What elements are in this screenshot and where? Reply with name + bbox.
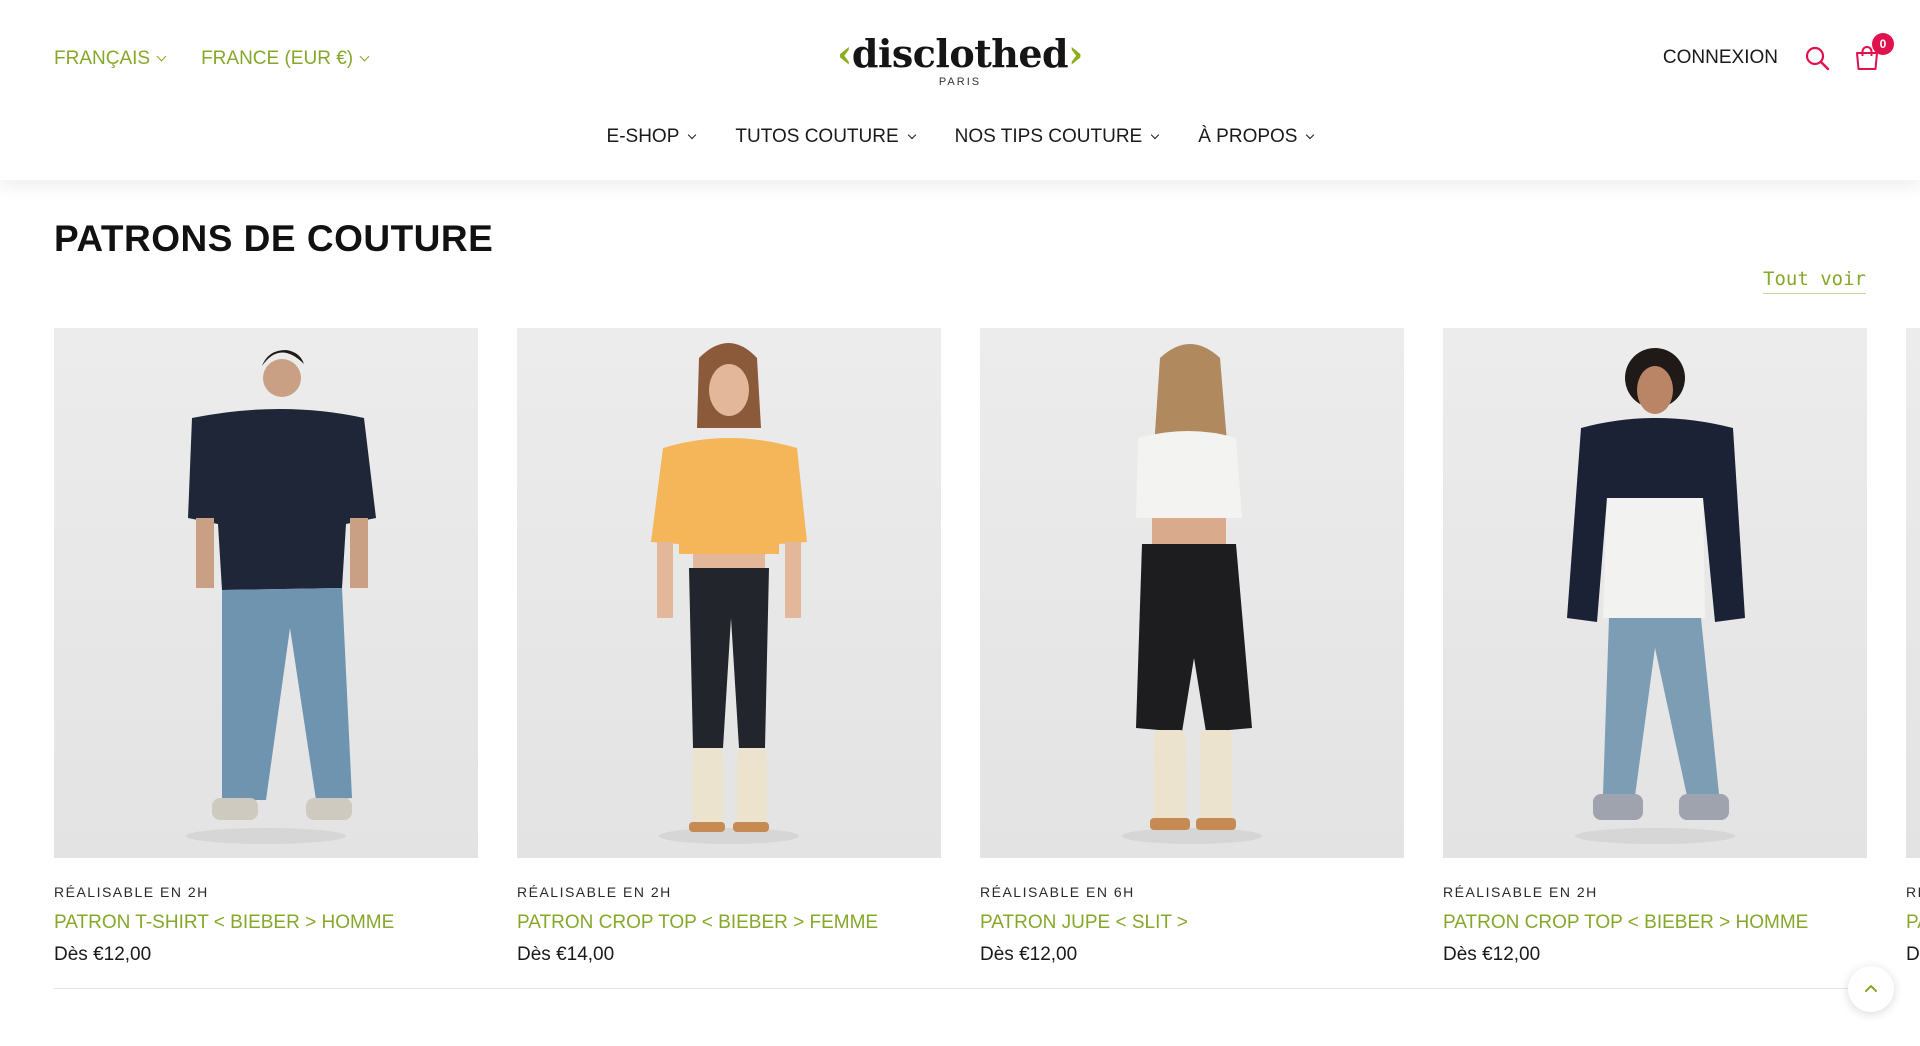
brand-logo[interactable]: ‹ disclothed › PARIS: [0, 31, 1920, 89]
section-divider: [54, 988, 1866, 989]
product-card[interactable]: RÉALISABLE EN 6H PATRON JUPE < SLIT > Dè…: [980, 328, 1404, 966]
header-utility: CONNEXION 0: [1663, 33, 1894, 73]
main-nav: E-SHOP TUTOS COUTURE NOS TIPS COUTURE À …: [0, 126, 1920, 148]
nav-item-tutos-couture[interactable]: TUTOS COUTURE: [735, 126, 916, 148]
search-button[interactable]: [1802, 43, 1832, 73]
nav-item-label: À PROPOS: [1198, 126, 1298, 147]
product-photo-illustration: [1122, 344, 1262, 844]
product-image[interactable]: [54, 328, 478, 858]
cart-button[interactable]: 0: [1852, 33, 1894, 73]
logo-bracket-left: ‹: [837, 31, 852, 76]
product-card[interactable]: RÉALISABLE EN 2H PATRON T-SHIRT < BIEBER…: [54, 328, 478, 966]
chevron-down-icon: [1306, 130, 1315, 139]
product-card[interactable]: RÉALISABLE EN 2H PATRON CROP TOP < BIEBE…: [1443, 328, 1867, 966]
product-photo-illustration: [186, 350, 376, 844]
product-tag: RÉALISABLE EN 2H: [517, 884, 672, 900]
product-title[interactable]: PA: [1906, 912, 1920, 934]
product-title[interactable]: PATRON JUPE < SLIT >: [980, 912, 1404, 934]
logo-city: PARIS: [938, 76, 982, 88]
nav-item-label: E-SHOP: [606, 126, 680, 147]
product-tag: RÉALISABLE EN 2H: [54, 884, 209, 900]
nav-item-a-propos[interactable]: À PROPOS: [1198, 126, 1315, 148]
product-price: Dès €12,00: [1443, 944, 1541, 965]
product-image[interactable]: [1906, 328, 1920, 858]
product-photo-illustration: [651, 343, 807, 844]
view-all-link[interactable]: Tout voir: [1763, 268, 1866, 294]
search-icon: [1805, 46, 1830, 71]
cart-count-badge: 0: [1872, 33, 1894, 55]
product-price: D: [1906, 944, 1920, 965]
product-image[interactable]: [980, 328, 1404, 858]
product-price: Dès €12,00: [54, 944, 152, 965]
chevron-up-icon: [1865, 985, 1877, 992]
product-price: Dès €12,00: [980, 944, 1078, 965]
nav-item-tips-couture[interactable]: NOS TIPS COUTURE: [954, 126, 1160, 148]
nav-item-eshop[interactable]: E-SHOP: [606, 126, 697, 148]
product-tag: RÉALISABLE EN 6H: [980, 884, 1135, 900]
product-price: Dès €14,00: [517, 944, 615, 965]
section-title: PATRONS DE COUTURE: [54, 218, 494, 259]
product-grid: RÉALISABLE EN 2H PATRON T-SHIRT < BIEBER…: [54, 328, 1920, 966]
product-card[interactable]: RÉ PA D: [1906, 328, 1920, 966]
product-tag: RÉ: [1906, 884, 1920, 900]
login-link[interactable]: CONNEXION: [1663, 47, 1778, 69]
logo-wordmark: disclothed: [851, 31, 1069, 76]
chevron-down-icon: [907, 130, 916, 139]
product-title[interactable]: PATRON CROP TOP < BIEBER > FEMME: [517, 912, 941, 934]
chevron-down-icon: [688, 130, 697, 139]
back-to-top-button[interactable]: [1848, 966, 1894, 1012]
product-tag: RÉALISABLE EN 2H: [1443, 884, 1598, 900]
logo-bracket-right: ›: [1068, 31, 1083, 76]
site-header: FRANÇAIS FRANCE (EUR €) ‹ disclothed › P…: [0, 0, 1920, 180]
nav-item-label: TUTOS COUTURE: [735, 126, 899, 147]
product-image[interactable]: [1443, 328, 1867, 858]
product-title[interactable]: PATRON T-SHIRT < BIEBER > HOMME: [54, 912, 478, 934]
chevron-down-icon: [1150, 130, 1160, 139]
product-image[interactable]: [517, 328, 941, 858]
nav-item-label: NOS TIPS COUTURE: [954, 126, 1143, 147]
product-photo-illustration: [1567, 348, 1745, 844]
product-title[interactable]: PATRON CROP TOP < BIEBER > HOMME: [1443, 912, 1867, 934]
product-card[interactable]: RÉALISABLE EN 2H PATRON CROP TOP < BIEBE…: [517, 328, 941, 966]
